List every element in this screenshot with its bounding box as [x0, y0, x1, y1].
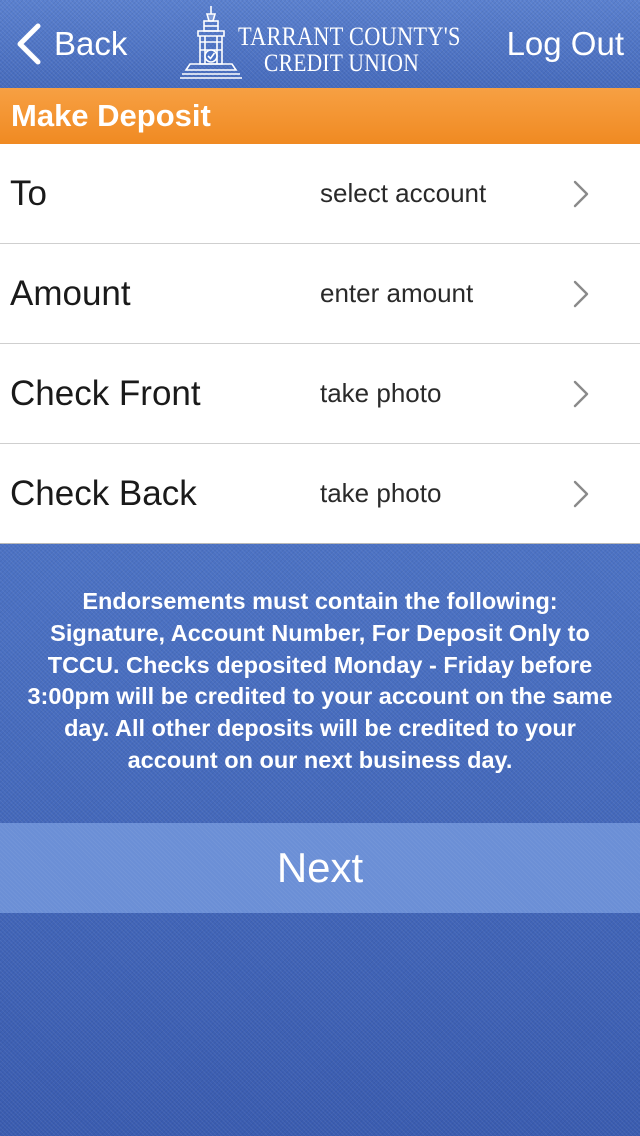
- endorsement-notice: Endorsements must contain the following:…: [27, 588, 613, 773]
- deposit-form: To select account Amount enter amount Ch…: [0, 144, 640, 544]
- row-check-front[interactable]: Check Front take photo: [0, 344, 640, 444]
- chevron-left-icon: [17, 23, 41, 65]
- row-value: select account: [320, 178, 487, 208]
- row-label: To: [10, 174, 47, 213]
- row-check-back[interactable]: Check Back take photo: [0, 444, 640, 544]
- row-amount[interactable]: Amount enter amount: [0, 244, 640, 344]
- row-label: Amount: [10, 274, 131, 313]
- chevron-right-icon: [573, 480, 589, 508]
- logo-line-2: CREDIT UNION: [264, 50, 419, 77]
- chevron-right-icon: [573, 380, 589, 408]
- row-to-account[interactable]: To select account: [0, 144, 640, 244]
- chevron-right-icon: [573, 180, 589, 208]
- row-value: take photo: [320, 378, 442, 408]
- section-title: Make Deposit: [0, 88, 640, 144]
- credit-union-logo: TARRANT COUNTY'S CREDIT UNION: [180, 4, 460, 82]
- back-label: Back: [54, 25, 128, 62]
- back-button[interactable]: Back: [14, 20, 127, 68]
- row-label: Check Back: [10, 474, 197, 513]
- logout-button[interactable]: Log Out: [507, 20, 624, 68]
- nav-bar: Back TARRANT COUNTY'S CREDIT UNION Log O…: [0, 0, 640, 88]
- chevron-right-icon: [573, 280, 589, 308]
- next-button[interactable]: Next: [0, 823, 640, 913]
- courthouse-icon: [180, 6, 242, 79]
- row-value: enter amount: [320, 278, 474, 308]
- row-value: take photo: [320, 478, 442, 508]
- logo-line-1: TARRANT COUNTY'S: [238, 22, 461, 51]
- row-label: Check Front: [10, 374, 201, 413]
